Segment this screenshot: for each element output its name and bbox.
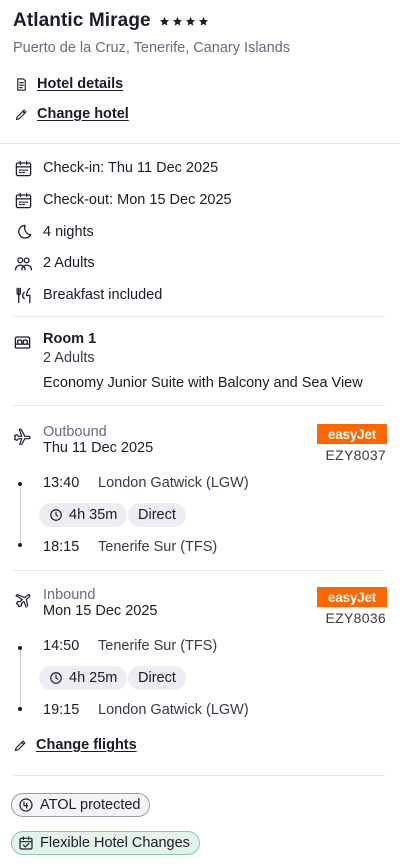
checkout-row: Check-out: Mon 15 Dec 2025 bbox=[13, 190, 232, 210]
clock-icon bbox=[50, 509, 62, 521]
depart-time: 14:50 bbox=[43, 638, 80, 654]
arrive-airport: London Gatwick (LGW) bbox=[98, 702, 249, 718]
star-icon bbox=[172, 16, 182, 26]
change-flights-link[interactable]: Change flights bbox=[12, 737, 137, 753]
hotel-header: Atlantic Mirage bbox=[13, 10, 209, 32]
stops-pill: Direct bbox=[128, 503, 186, 527]
timeline-dot bbox=[18, 482, 22, 486]
arrive-airport: Tenerife Sur (TFS) bbox=[98, 539, 218, 555]
duration-pill: 4h 35m bbox=[39, 503, 128, 527]
clock-icon bbox=[50, 672, 62, 684]
section-divider bbox=[13, 405, 385, 406]
document-icon bbox=[13, 76, 29, 92]
stops-text: Direct bbox=[138, 670, 176, 686]
depart-airport: London Gatwick (LGW) bbox=[98, 475, 249, 491]
arrive-time: 18:15 bbox=[43, 539, 80, 555]
star-icon bbox=[185, 16, 195, 26]
change-hotel-label[interactable]: Change hotel bbox=[37, 106, 129, 122]
section-divider bbox=[13, 775, 385, 776]
calendar-check-icon bbox=[19, 836, 33, 850]
timeline-dot bbox=[18, 543, 22, 547]
hotel-location: Puerto de la Cruz, Tenerife, Canary Isla… bbox=[13, 40, 290, 56]
hotel-details-link[interactable]: Hotel details bbox=[13, 76, 123, 92]
inbound-flight: Inbound Mon 15 Dec 2025 easyJet EZY8036 … bbox=[13, 587, 387, 722]
flight-number: EZY8037 bbox=[325, 447, 386, 463]
flight-date: Thu 11 Dec 2025 bbox=[43, 440, 154, 456]
atol-text: ATOL protected bbox=[40, 797, 141, 813]
people-icon bbox=[13, 253, 33, 273]
cutlery-icon bbox=[13, 285, 33, 305]
timeline-dot bbox=[18, 646, 22, 650]
section-divider bbox=[13, 570, 385, 571]
timeline-line bbox=[20, 647, 21, 709]
hotel-details-label[interactable]: Hotel details bbox=[37, 76, 123, 92]
pencil-icon bbox=[12, 737, 28, 753]
calendar-icon bbox=[13, 190, 33, 210]
bed-icon bbox=[13, 333, 33, 353]
star-icon bbox=[198, 16, 208, 26]
section-divider bbox=[13, 316, 385, 317]
flexible-changes-badge: Flexible Hotel Changes bbox=[11, 831, 200, 855]
outbound-flight: Outbound Thu 11 Dec 2025 easyJet EZY8037… bbox=[13, 424, 387, 559]
flexible-changes-text: Flexible Hotel Changes bbox=[40, 835, 190, 851]
stops-pill: Direct bbox=[128, 666, 186, 690]
room-adults: 2 Adults bbox=[43, 350, 95, 366]
flight-direction: Inbound bbox=[43, 587, 96, 603]
calendar-icon bbox=[13, 158, 33, 178]
flight-number: EZY8036 bbox=[325, 610, 386, 626]
duration-text: 4h 35m bbox=[69, 507, 118, 523]
flight-date: Mon 15 Dec 2025 bbox=[43, 603, 158, 619]
guests-text: 2 Adults bbox=[43, 255, 95, 271]
airline-logo: easyJet bbox=[317, 587, 387, 607]
section-divider bbox=[0, 143, 400, 144]
room-title: Room 1 bbox=[43, 331, 97, 347]
hotel-name: Atlantic Mirage bbox=[13, 10, 151, 31]
atol-badge: ATOL protected bbox=[11, 793, 151, 817]
pencil-icon bbox=[13, 106, 29, 122]
checkin-text: Check-in: Thu 11 Dec 2025 bbox=[43, 160, 219, 176]
depart-time: 13:40 bbox=[43, 475, 80, 491]
plane-icon bbox=[13, 589, 33, 610]
plane-icon bbox=[13, 426, 33, 446]
timeline-dot bbox=[18, 707, 22, 711]
nights-text: 4 nights bbox=[43, 224, 94, 240]
board-row: Breakfast included bbox=[13, 285, 162, 305]
room-type: Economy Junior Suite with Balcony and Se… bbox=[43, 375, 363, 391]
checkout-text: Check-out: Mon 15 Dec 2025 bbox=[43, 192, 232, 208]
board-text: Breakfast included bbox=[43, 287, 163, 303]
star-icon bbox=[159, 16, 169, 26]
duration-text: 4h 25m bbox=[69, 670, 118, 686]
change-flights-label[interactable]: Change flights bbox=[36, 737, 137, 753]
depart-airport: Tenerife Sur (TFS) bbox=[98, 638, 218, 654]
atol-icon bbox=[19, 798, 33, 812]
airline-logo: easyJet bbox=[317, 424, 387, 444]
checkin-row: Check-in: Thu 11 Dec 2025 bbox=[13, 158, 218, 178]
duration-pill: 4h 25m bbox=[39, 666, 128, 690]
nights-row: 4 nights bbox=[13, 222, 94, 242]
arrive-time: 19:15 bbox=[43, 702, 80, 718]
flight-direction: Outbound bbox=[43, 424, 107, 440]
timeline-line bbox=[20, 483, 21, 545]
moon-icon bbox=[13, 222, 33, 242]
change-hotel-link[interactable]: Change hotel bbox=[13, 106, 129, 122]
guests-row: 2 Adults bbox=[13, 253, 95, 273]
stops-text: Direct bbox=[138, 507, 176, 523]
star-rating bbox=[159, 16, 209, 27]
